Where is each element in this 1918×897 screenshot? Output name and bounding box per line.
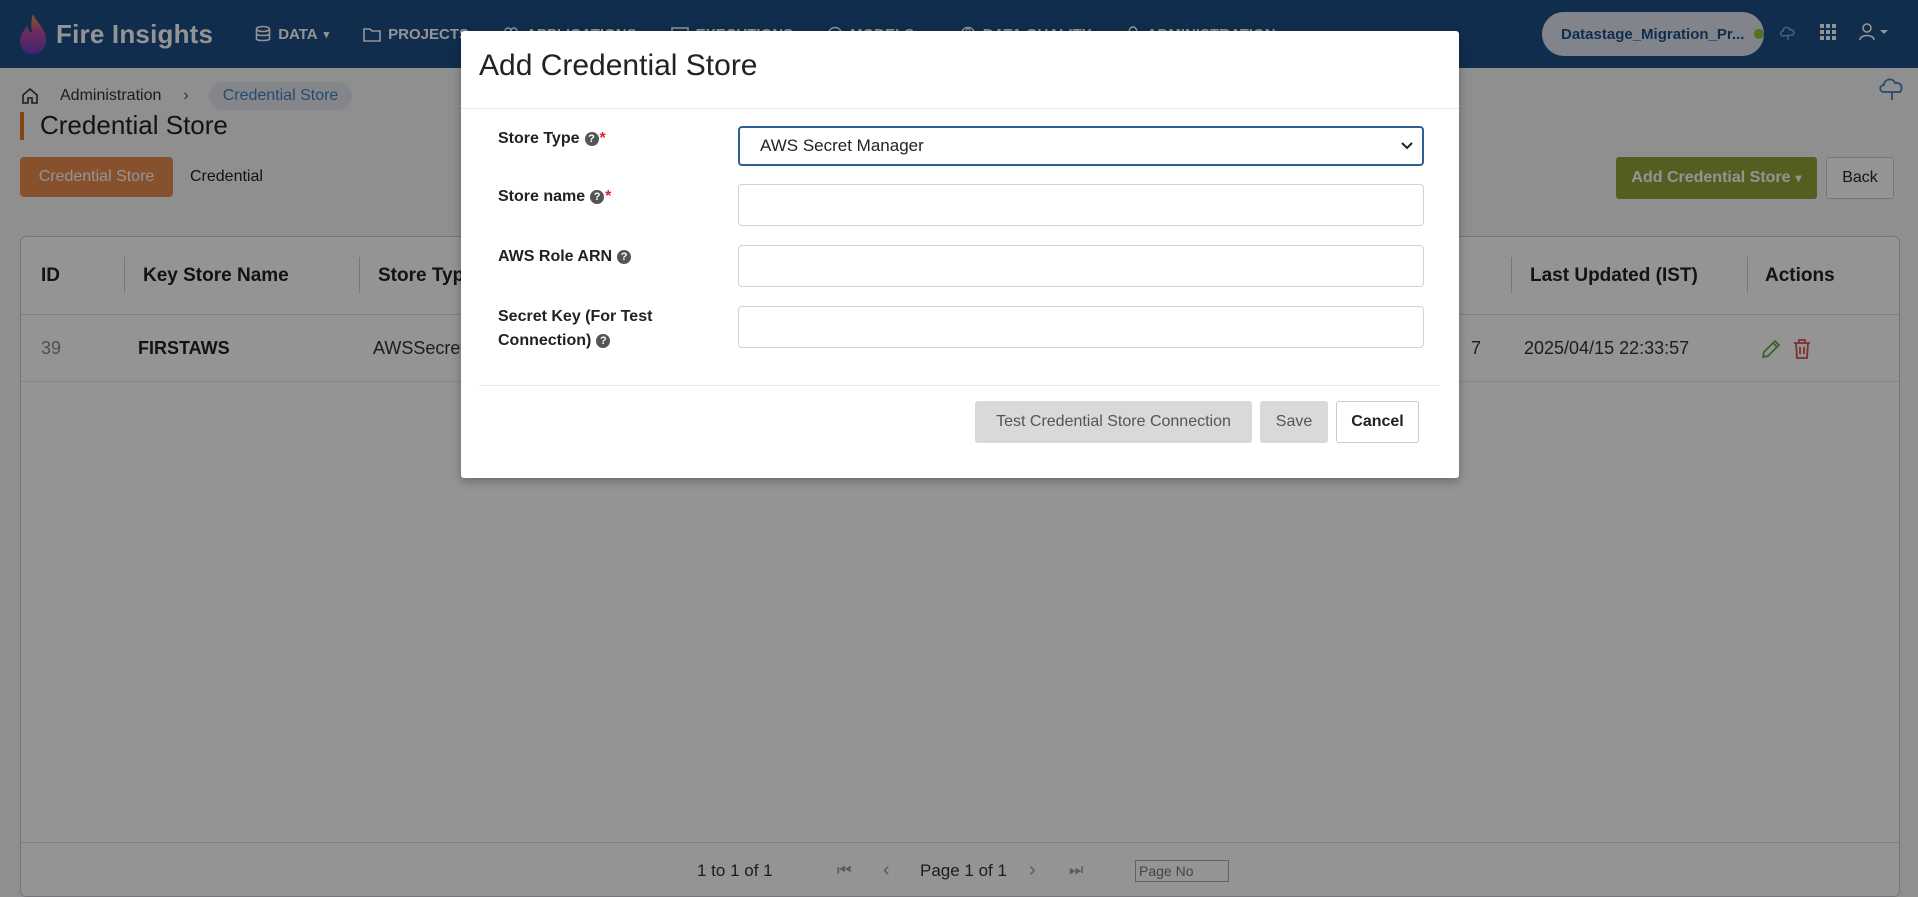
add-credential-store-dialog: Add Credential Store Store Type ? * AWS … <box>461 31 1459 478</box>
aws-role-arn-input[interactable] <box>738 245 1424 287</box>
secret-key-label-line2-wrap: Connection) ? <box>498 329 652 353</box>
save-button[interactable]: Save <box>1260 401 1328 443</box>
dialog-divider <box>461 108 1459 109</box>
required-mark: * <box>605 188 612 205</box>
required-mark: * <box>599 130 606 147</box>
dialog-footer-divider <box>479 385 1439 386</box>
help-icon[interactable]: ? <box>596 334 611 348</box>
secret-key-label-line2: Connection) <box>498 332 592 349</box>
store-name-label: Store name ? * <box>498 185 611 209</box>
store-name-label-text: Store name <box>498 188 586 205</box>
help-icon[interactable]: ? <box>590 190 605 204</box>
help-icon[interactable]: ? <box>617 250 632 264</box>
store-type-label-text: Store Type <box>498 130 580 147</box>
store-type-label: Store Type ? * <box>498 127 606 151</box>
secret-key-label-line1: Secret Key (For Test <box>498 308 653 325</box>
store-type-selected-value: AWS Secret Manager <box>760 136 924 155</box>
secret-key-label: Secret Key (For Test Connection) ? <box>498 305 652 353</box>
aws-role-arn-label: AWS Role ARN ? <box>498 245 632 269</box>
chevron-down-icon <box>1401 142 1413 150</box>
cancel-button[interactable]: Cancel <box>1336 401 1419 443</box>
test-connection-button[interactable]: Test Credential Store Connection <box>975 401 1252 443</box>
aws-role-arn-label-text: AWS Role ARN <box>498 248 613 265</box>
help-icon[interactable]: ? <box>584 132 599 146</box>
dialog-title: Add Credential Store <box>479 49 758 82</box>
store-type-select[interactable]: AWS Secret Manager <box>738 126 1424 166</box>
secret-key-input[interactable] <box>738 306 1424 348</box>
store-name-input[interactable] <box>738 184 1424 226</box>
